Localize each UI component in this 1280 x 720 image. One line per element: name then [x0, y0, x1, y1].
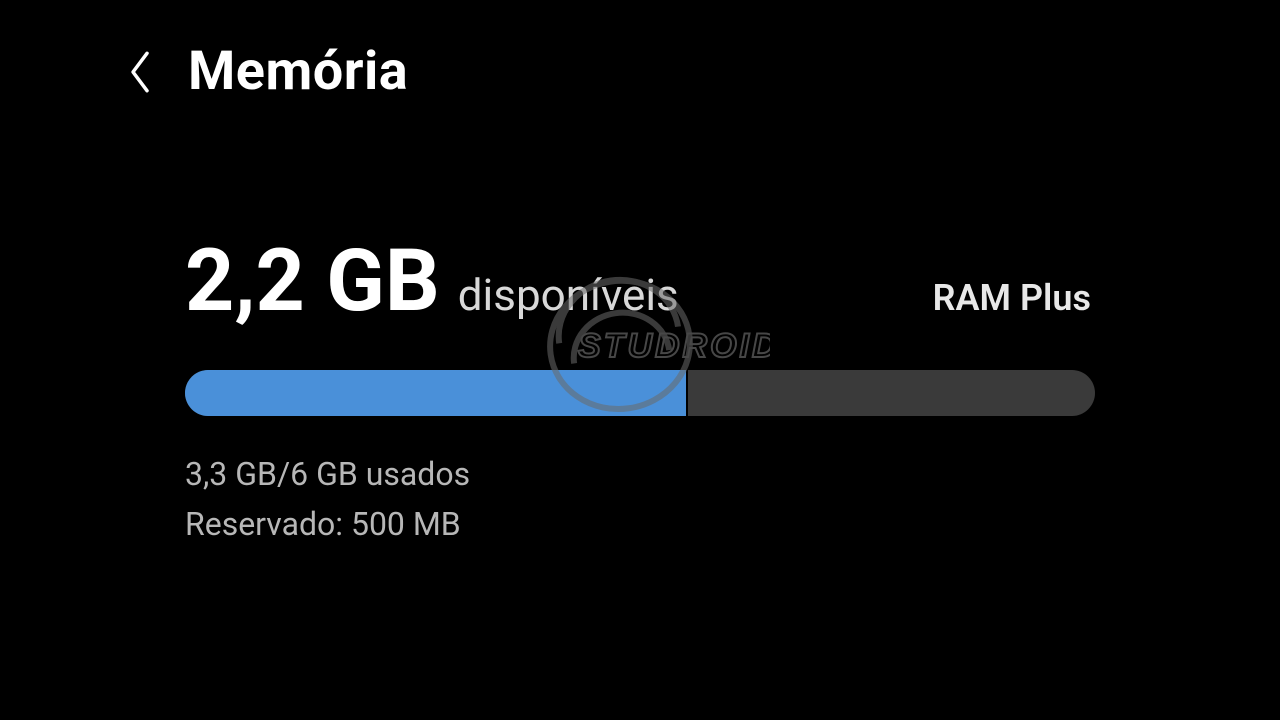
ram-plus-link[interactable]: RAM Plus	[933, 277, 1095, 319]
page-title: Memória	[188, 40, 408, 103]
usage-bar-divider	[686, 370, 688, 416]
available-label: disponíveis	[458, 269, 679, 321]
content-area: 2,2 GB disponíveis RAM Plus 3,3 GB/6 GB …	[0, 238, 1280, 549]
memory-settings-screen: Memória 2,2 GB disponíveis RAM Plus 3,3 …	[0, 0, 1280, 720]
header: Memória	[0, 40, 1280, 103]
back-button[interactable]	[110, 42, 170, 102]
available-row: 2,2 GB disponíveis RAM Plus	[185, 238, 1095, 324]
reserved-text: Reservado: 500 MB	[185, 500, 1095, 550]
usage-bar-track	[185, 370, 1095, 416]
available-value: 2,2 GB	[185, 238, 440, 324]
usage-stats: 3,3 GB/6 GB usados Reservado: 500 MB	[185, 450, 1095, 549]
used-text: 3,3 GB/6 GB usados	[185, 450, 1095, 500]
usage-bar-container	[185, 370, 1095, 416]
available-memory: 2,2 GB disponíveis	[185, 238, 679, 324]
chevron-left-icon	[126, 48, 154, 96]
usage-bar-fill	[185, 370, 686, 416]
